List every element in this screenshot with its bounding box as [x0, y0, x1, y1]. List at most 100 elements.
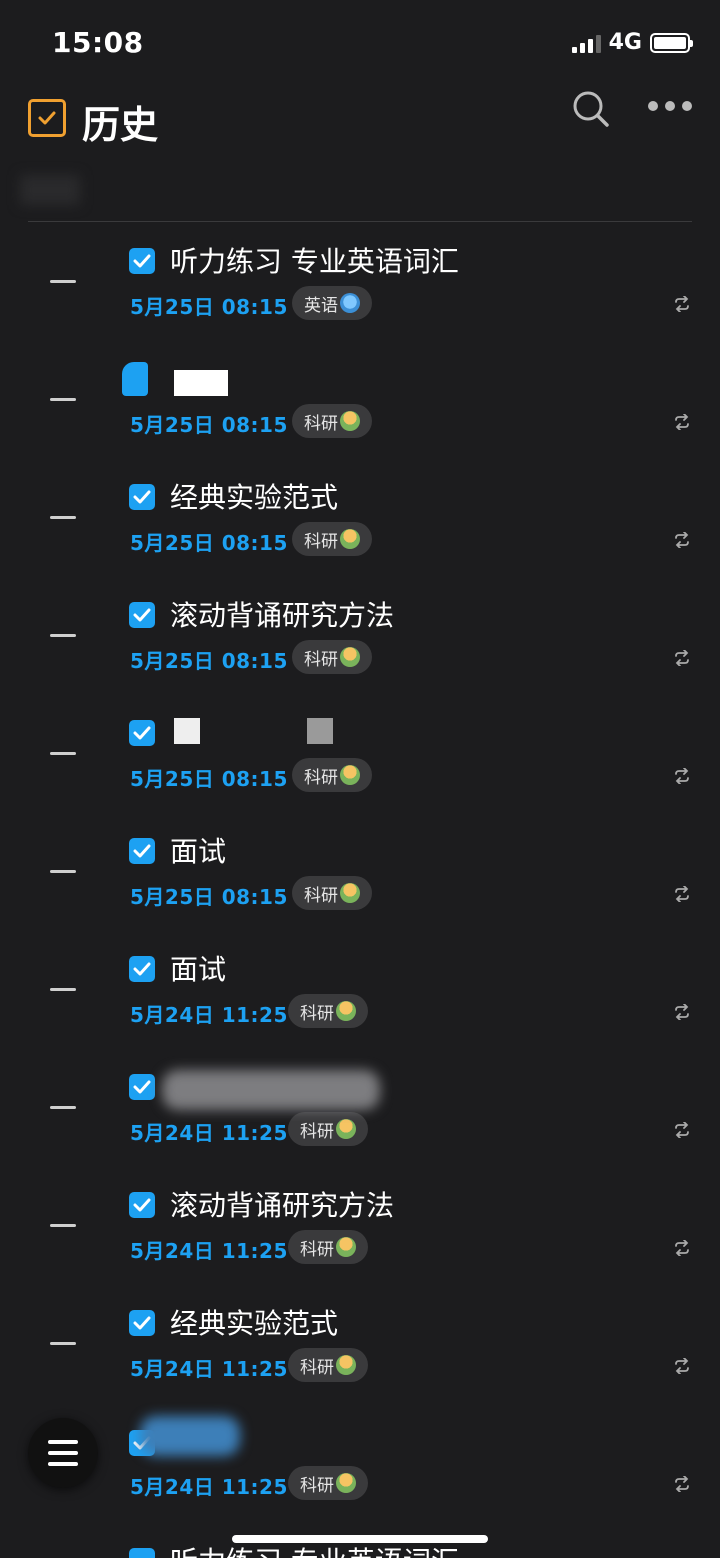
- drag-handle[interactable]: [50, 1224, 76, 1227]
- scientist-emoji-icon: [336, 1237, 356, 1257]
- repeat-icon: [672, 1357, 692, 1375]
- task-date: 5月25日 08:15: [130, 531, 288, 555]
- list-item[interactable]: 面试 5月25日 08:15 科研: [0, 812, 720, 930]
- repeat-icon: [672, 767, 692, 785]
- task-title: 经典实验范式: [170, 1307, 339, 1340]
- task-date: 5月24日 11:25: [130, 1003, 288, 1027]
- repeat-icon: [672, 649, 692, 667]
- drag-handle[interactable]: [50, 516, 76, 519]
- category-tag[interactable]: 科研: [288, 1230, 368, 1264]
- list-item[interactable]: 5月25日 08:15 科研: [0, 340, 720, 458]
- redacted-title: [307, 718, 333, 744]
- list-item[interactable]: 滚动背诵研究方法 5月24日 11:25 科研: [0, 1166, 720, 1284]
- task-checkbox[interactable]: [129, 838, 155, 864]
- tag-label: 科研: [304, 767, 338, 788]
- category-tag[interactable]: 科研: [288, 994, 368, 1028]
- task-date: 5月24日 11:25: [130, 1239, 288, 1263]
- task-checkbox[interactable]: [129, 484, 155, 510]
- drag-handle[interactable]: [50, 752, 76, 755]
- page-title: 历史: [82, 103, 159, 147]
- list-item[interactable]: 5月24日 11:25 科研: [0, 1402, 720, 1520]
- drag-handle[interactable]: [50, 1106, 76, 1109]
- task-checkbox[interactable]: [129, 248, 155, 274]
- network-type: 4G: [608, 30, 642, 55]
- list-item[interactable]: 经典实验范式 5月24日 11:25 科研: [0, 1284, 720, 1402]
- task-date: 5月25日 08:15: [130, 767, 288, 791]
- scientist-emoji-icon: [336, 1001, 356, 1021]
- list-item[interactable]: 5月24日 11:25 科研: [0, 1048, 720, 1166]
- list-item[interactable]: 滚动背诵研究方法 5月25日 08:15 科研: [0, 576, 720, 694]
- header: 历史: [0, 80, 720, 160]
- task-checkbox[interactable]: [129, 1310, 155, 1336]
- task-checkbox[interactable]: [129, 1548, 155, 1558]
- menu-icon-bar: [48, 1462, 78, 1466]
- drag-handle[interactable]: [50, 988, 76, 991]
- task-checkbox[interactable]: [129, 1074, 155, 1100]
- repeat-icon: [672, 1239, 692, 1257]
- blurred-title: [162, 1070, 380, 1110]
- redacted-title: [174, 718, 200, 744]
- signal-icon: [571, 33, 601, 53]
- drag-handle[interactable]: [50, 870, 76, 873]
- status-time: 15:08: [52, 26, 144, 59]
- more-icon-dot: [648, 101, 658, 111]
- more-button[interactable]: [648, 96, 696, 116]
- repeat-icon: [672, 1121, 692, 1139]
- scientist-emoji-icon: [336, 1355, 356, 1375]
- category-tag[interactable]: 科研: [292, 404, 372, 438]
- task-title: 经典实验范式: [170, 481, 339, 514]
- category-tag[interactable]: 科研: [292, 522, 372, 556]
- category-tag[interactable]: 科研: [288, 1466, 368, 1500]
- category-tag[interactable]: 科研: [288, 1348, 368, 1382]
- freezing-face-emoji-icon: [340, 293, 360, 313]
- task-title: 面试: [170, 835, 227, 868]
- search-icon: [573, 91, 609, 127]
- repeat-icon: [672, 531, 692, 549]
- task-title: 滚动背诵研究方法: [170, 599, 395, 632]
- menu-button[interactable]: [28, 1418, 98, 1488]
- task-checkbox[interactable]: [129, 956, 155, 982]
- task-title: 听力练习 专业英语词汇: [170, 245, 459, 278]
- scientist-emoji-icon: [340, 765, 360, 785]
- category-tag[interactable]: 科研: [288, 1112, 368, 1146]
- drag-handle[interactable]: [50, 634, 76, 637]
- status-indicators: 4G: [571, 30, 693, 55]
- list-item[interactable]: 听力练习 专业英语词汇 5月25日 08:15 英语: [0, 222, 720, 340]
- drag-handle[interactable]: [50, 280, 76, 283]
- tag-label: 科研: [300, 1003, 334, 1024]
- drag-handle[interactable]: [50, 1342, 76, 1345]
- task-checkbox[interactable]: [129, 720, 155, 746]
- more-icon-dot: [665, 101, 675, 111]
- task-date: 5月24日 11:25: [130, 1357, 288, 1381]
- tag-label: 科研: [300, 1475, 334, 1496]
- list-item[interactable]: 面试 5月24日 11:25 科研: [0, 930, 720, 1048]
- scientist-emoji-icon: [336, 1473, 356, 1493]
- task-checkbox[interactable]: [129, 602, 155, 628]
- list-item[interactable]: 经典实验范式 5月25日 08:15 科研: [0, 458, 720, 576]
- task-title: 面试: [170, 953, 227, 986]
- tag-label: 科研: [304, 885, 338, 906]
- category-tag[interactable]: 科研: [292, 876, 372, 910]
- task-date: 5月25日 08:15: [130, 885, 288, 909]
- menu-icon-bar: [48, 1440, 78, 1444]
- category-tag[interactable]: 科研: [292, 640, 372, 674]
- scientist-emoji-icon: [336, 1119, 356, 1139]
- category-tag[interactable]: 英语: [292, 286, 372, 320]
- task-date: 5月25日 08:15: [130, 413, 288, 437]
- scientist-emoji-icon: [340, 529, 360, 549]
- task-checkbox[interactable]: [129, 1192, 155, 1218]
- list-item[interactable]: 5月25日 08:15 科研: [0, 694, 720, 812]
- scientist-emoji-icon: [340, 411, 360, 431]
- scientist-emoji-icon: [340, 883, 360, 903]
- search-button[interactable]: [570, 88, 612, 130]
- home-indicator[interactable]: [232, 1535, 488, 1543]
- tag-label: 科研: [300, 1121, 334, 1142]
- task-date: 5月25日 08:15: [130, 295, 288, 319]
- tag-label: 科研: [300, 1239, 334, 1260]
- tag-label: 科研: [304, 531, 338, 552]
- blurred-content: [20, 175, 80, 205]
- repeat-icon: [672, 885, 692, 903]
- tag-label: 科研: [304, 413, 338, 434]
- category-tag[interactable]: 科研: [292, 758, 372, 792]
- drag-handle[interactable]: [50, 398, 76, 401]
